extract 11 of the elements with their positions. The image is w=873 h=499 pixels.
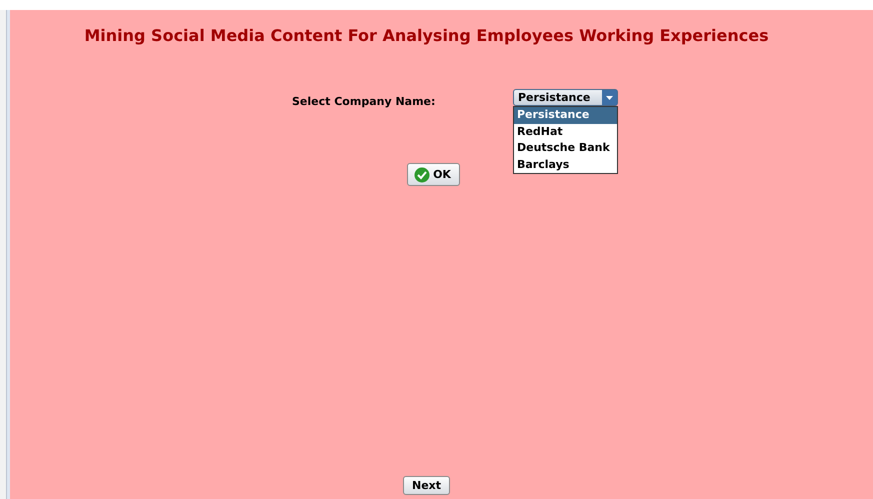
check-icon xyxy=(414,166,430,182)
company-label: Select Company Name: xyxy=(292,95,436,110)
dropdown-option[interactable]: RedHat xyxy=(514,124,617,140)
next-button[interactable]: Next xyxy=(402,476,450,495)
company-dropdown[interactable]: Persistance xyxy=(513,89,618,106)
caret-icon xyxy=(606,96,613,100)
dropdown-option[interactable]: Deutsche Bank xyxy=(514,140,617,156)
ok-button[interactable]: OK xyxy=(407,163,460,186)
page-title: Mining Social Media Content For Analysing Employees Working Experiences xyxy=(84,26,770,45)
dropdown-option[interactable]: Persistance xyxy=(514,107,617,124)
dropdown-option[interactable]: Barclays xyxy=(514,156,617,173)
